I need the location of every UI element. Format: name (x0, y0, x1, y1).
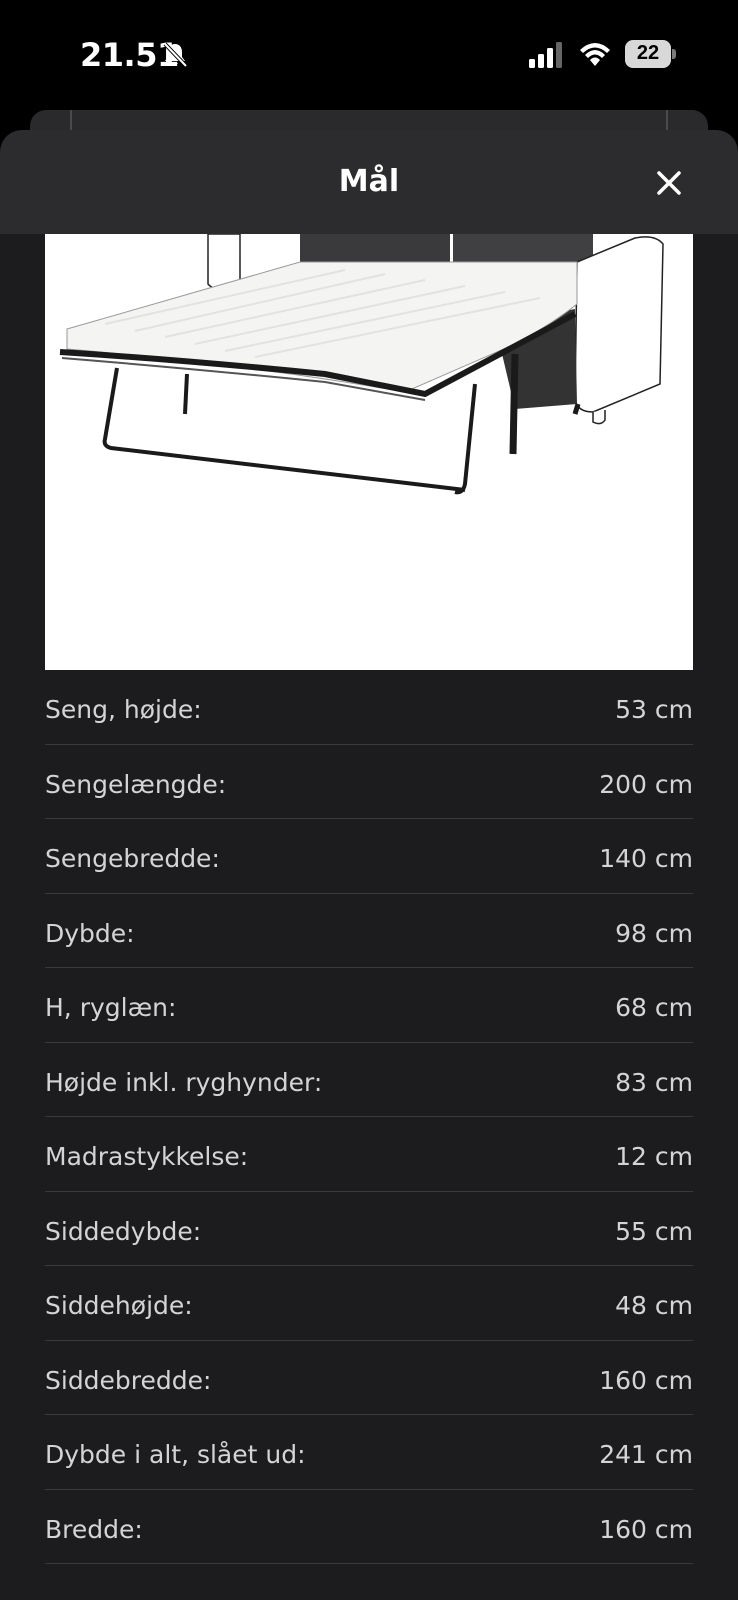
dimension-label: Sengelængde: (45, 769, 227, 799)
dimension-label: Seng, højde: (45, 695, 202, 725)
dimension-label: Sengebredde: (45, 844, 220, 874)
dimensions-sheet: Mål Seng, højde: 53 cm Sengelængde: 200 … (0, 130, 738, 1600)
dimension-row: Dybde i alt, slået ud: 241 cm (45, 1415, 693, 1490)
close-icon (657, 171, 681, 195)
dimension-row: Sengebredde: 140 cm (45, 819, 693, 894)
dimension-value: 200 cm (599, 769, 693, 799)
cellular-signal-icon (529, 42, 562, 68)
dimension-label: Siddehøjde: (45, 1291, 193, 1321)
dimension-value: 98 cm (615, 918, 693, 948)
dimension-row: Seng, højde: 53 cm (45, 670, 693, 745)
dimension-label: Siddedybde: (45, 1216, 202, 1246)
dimension-label: Dybde i alt, slået ud: (45, 1440, 306, 1470)
dimension-label: Dybde: (45, 918, 135, 948)
dimension-value: 241 cm (599, 1440, 693, 1470)
dimension-label: Madrastykkelse: (45, 1142, 249, 1172)
dimension-value: 83 cm (615, 1067, 693, 1097)
dimension-label: Højde inkl. ryghynder: (45, 1067, 323, 1097)
dimension-row: Dybde: 98 cm (45, 894, 693, 968)
dimension-value: 48 cm (615, 1291, 693, 1321)
dimension-row: Siddedybde: 55 cm (45, 1192, 693, 1266)
dimension-value: 68 cm (615, 993, 693, 1023)
dimension-value: 12 cm (615, 1142, 693, 1172)
sheet-header: Mål (0, 130, 738, 234)
dimension-row: Højde inkl. ryghynder: 83 cm (45, 1043, 693, 1117)
dimension-label: H, ryglæn: (45, 993, 177, 1023)
dimension-value: 53 cm (615, 695, 693, 725)
bell-slash-icon (163, 42, 188, 68)
sheet-title: Mål (338, 164, 400, 199)
dimension-value: 140 cm (599, 844, 693, 874)
sofa-bed-image (45, 234, 693, 670)
dimension-row: Bredde: 160 cm (45, 1490, 693, 1564)
dimension-row: Siddehøjde: 48 cm (45, 1266, 693, 1341)
dimension-row: Sengelængde: 200 cm (45, 745, 693, 819)
sofa-bed-illustration (59, 234, 664, 495)
battery-level: 22 (636, 42, 660, 64)
dimension-label: Siddebredde: (45, 1365, 212, 1395)
dimension-value: 160 cm (599, 1514, 693, 1544)
dimension-row: Madrastykkelse: 12 cm (45, 1117, 693, 1192)
dimensions-list: Seng, højde: 53 cm Sengelængde: 200 cm S… (45, 670, 693, 1564)
close-button[interactable] (646, 160, 692, 206)
dimension-value: 160 cm (599, 1365, 693, 1395)
status-bar: 21.51 22 (0, 0, 738, 108)
battery-icon: 22 (625, 40, 676, 68)
dimension-label: Bredde: (45, 1514, 143, 1544)
dimension-value: 55 cm (615, 1216, 693, 1246)
dimension-row: H, ryglæn: 68 cm (45, 968, 693, 1043)
wifi-icon (580, 43, 610, 66)
dimension-row: Siddebredde: 160 cm (45, 1341, 693, 1415)
